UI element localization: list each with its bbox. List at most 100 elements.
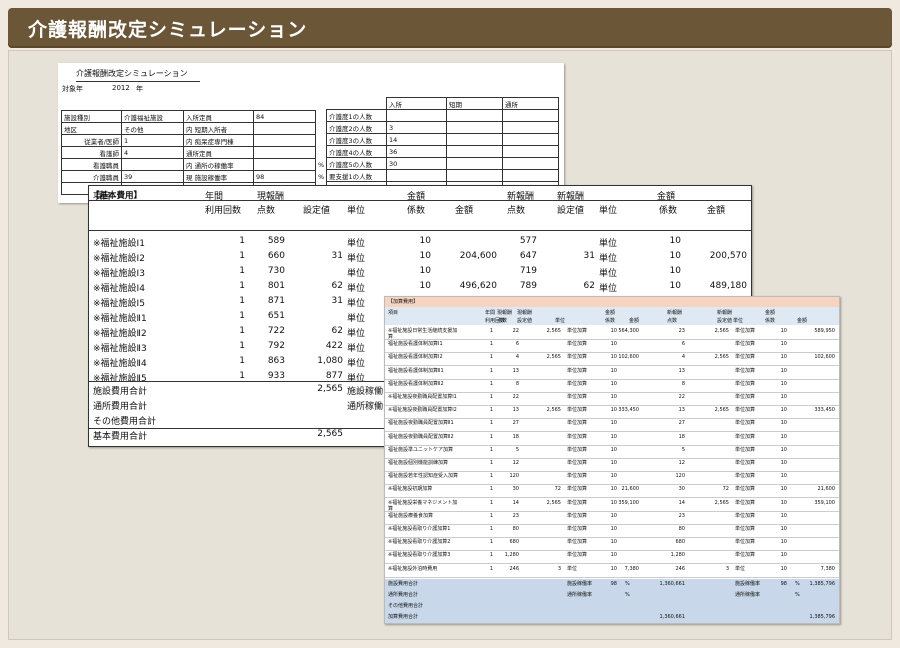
table-cell: 10 xyxy=(780,367,787,374)
table-cell: 10 xyxy=(669,251,681,261)
table-cell xyxy=(446,169,503,182)
table-cell: 10 xyxy=(610,328,617,334)
column-header: 新報酬 xyxy=(667,310,683,316)
table-cell: 1 xyxy=(489,394,493,400)
row-label: ※福祉施設Ⅰ2 xyxy=(93,254,145,264)
row-label: 福祉施設看護体制加算Ⅰ1 xyxy=(388,341,443,348)
table-cell: 2,565 xyxy=(546,354,561,361)
row-label: 福祉施設夜勤職員配置加算Ⅱ2 xyxy=(388,433,454,440)
column-header: 現報酬 xyxy=(517,310,533,316)
table-cell: 通所定員 xyxy=(183,146,254,159)
total-rate-label: 施設稼働 xyxy=(347,387,384,397)
table-cell: 要支援1の人数 xyxy=(326,169,387,182)
row-label: ※福祉施設Ⅰ3 xyxy=(93,269,145,279)
table-cell: 10 xyxy=(669,281,681,291)
row-label: ※福祉施設日常生活継続支援加算 xyxy=(388,328,458,340)
row-label: ※福祉施設Ⅰ5 xyxy=(93,299,145,309)
table-cell xyxy=(502,133,559,146)
table-cell: 13 xyxy=(512,367,519,374)
total-value: 1,360,661 xyxy=(659,581,685,587)
table-cell: 2,565 xyxy=(714,499,729,506)
table-cell xyxy=(316,147,327,159)
row-label: ※福祉施設夜勤職員配置加算Ⅰ2 xyxy=(388,407,457,414)
table-cell: 489,180 xyxy=(709,281,747,291)
table-cell: 介護職員 xyxy=(61,170,122,183)
table-cell: 10 xyxy=(419,251,431,261)
row-label: ※福祉施設Ⅰ4 xyxy=(93,284,145,294)
row-divider xyxy=(385,484,839,486)
table-cell: 単位加算 xyxy=(567,380,588,387)
table-cell: 589,950 xyxy=(814,328,835,334)
total-label: その他費用合計 xyxy=(388,603,424,609)
column-header: 通所 xyxy=(502,97,559,110)
column-header: 点数 xyxy=(497,318,508,324)
table-row: 介護度4の人数 36 xyxy=(326,145,559,158)
table-cell: 内 痴呆症専門棟 xyxy=(183,134,254,147)
table-cell: 単位 xyxy=(735,565,746,572)
column-header: 単位 xyxy=(555,318,566,324)
table-row: 介護度1の人数 xyxy=(326,109,559,122)
table-cell: 680 xyxy=(675,539,685,546)
table-cell: 31 xyxy=(331,296,343,306)
table-cell: 102,600 xyxy=(814,354,835,361)
row-label: 福祉施設夜勤職員配置加算Ⅱ1 xyxy=(388,420,454,427)
total-value: % xyxy=(795,581,800,587)
table-cell xyxy=(502,121,559,134)
table-cell: 10 xyxy=(780,328,787,334)
table-cell: 6 xyxy=(681,341,685,348)
table-cell: 10 xyxy=(780,526,787,532)
section-title: 【加算費用】 xyxy=(388,299,419,305)
row-label: 福祉施設若年性認知症受入加算 xyxy=(388,473,459,480)
table-cell: 719 xyxy=(519,266,537,276)
table-cell: 1,280 xyxy=(504,552,519,559)
table-cell: 14 xyxy=(678,499,685,506)
column-header: 単位 xyxy=(347,206,366,216)
table-cell: 単位加算 xyxy=(567,328,588,334)
row-divider xyxy=(385,378,839,380)
column-header: 単位 xyxy=(599,206,618,216)
table-cell: 単位加算 xyxy=(567,407,588,414)
table-cell: 10 xyxy=(610,354,617,361)
table-cell: 現 施設稼働率 xyxy=(183,170,254,183)
table-cell: 単位加算 xyxy=(567,341,588,348)
table-cell: 地区 xyxy=(61,122,122,135)
column-header: 点数 xyxy=(257,206,276,216)
table-cell: 単位 xyxy=(599,284,618,294)
table-cell: 30 xyxy=(512,486,519,493)
table-cell: 10 xyxy=(610,526,617,532)
table-cell: 7,380 xyxy=(820,565,835,572)
table-cell: 200,570 xyxy=(709,251,747,261)
table-cell: 単位 xyxy=(347,374,366,384)
table-cell: 30 xyxy=(678,486,685,493)
total-value: 98 xyxy=(780,581,787,587)
table-cell xyxy=(502,145,559,158)
table-cell: 10 xyxy=(610,341,617,348)
conditions-sheet: 介護報酬改定シミュレーション 対象年 2012 年 施設種別 介護福祉施設 入所定員… xyxy=(58,63,564,203)
column-header: 係数 xyxy=(605,318,616,324)
row-label: ※福祉施設初期加算 xyxy=(388,486,433,493)
table-cell: 21,600 xyxy=(621,486,640,493)
column-header: 項目 xyxy=(93,192,112,202)
row-label: ※福祉施設看取り介護加算1 xyxy=(388,526,451,532)
total-label: 施設費用合計 xyxy=(93,387,148,397)
table-cell: 単位 xyxy=(567,565,578,572)
table-cell: 単位加算 xyxy=(567,552,588,559)
table-cell: 98 xyxy=(253,170,316,183)
table-cell: 2,565 xyxy=(714,354,729,361)
table-cell xyxy=(253,146,316,159)
column-header: 現報酬 xyxy=(497,310,513,316)
column-header: 金額 xyxy=(797,318,808,324)
table-cell: 10 xyxy=(610,512,617,519)
row-label: ※福祉施設Ⅱ5 xyxy=(93,374,147,384)
row-divider xyxy=(385,537,839,538)
row-divider xyxy=(385,497,839,499)
column-header: 金額 xyxy=(765,310,776,316)
row-divider xyxy=(385,471,839,472)
table-cell xyxy=(502,109,559,122)
table-cell: 660 xyxy=(267,251,285,261)
table-cell: 看護職員 xyxy=(61,158,122,171)
row-label: ※福祉施設Ⅱ2 xyxy=(93,329,147,339)
table-cell: 従業者/医師 xyxy=(61,134,122,147)
total-value: % xyxy=(625,581,630,587)
table-cell: 10 xyxy=(780,354,787,361)
